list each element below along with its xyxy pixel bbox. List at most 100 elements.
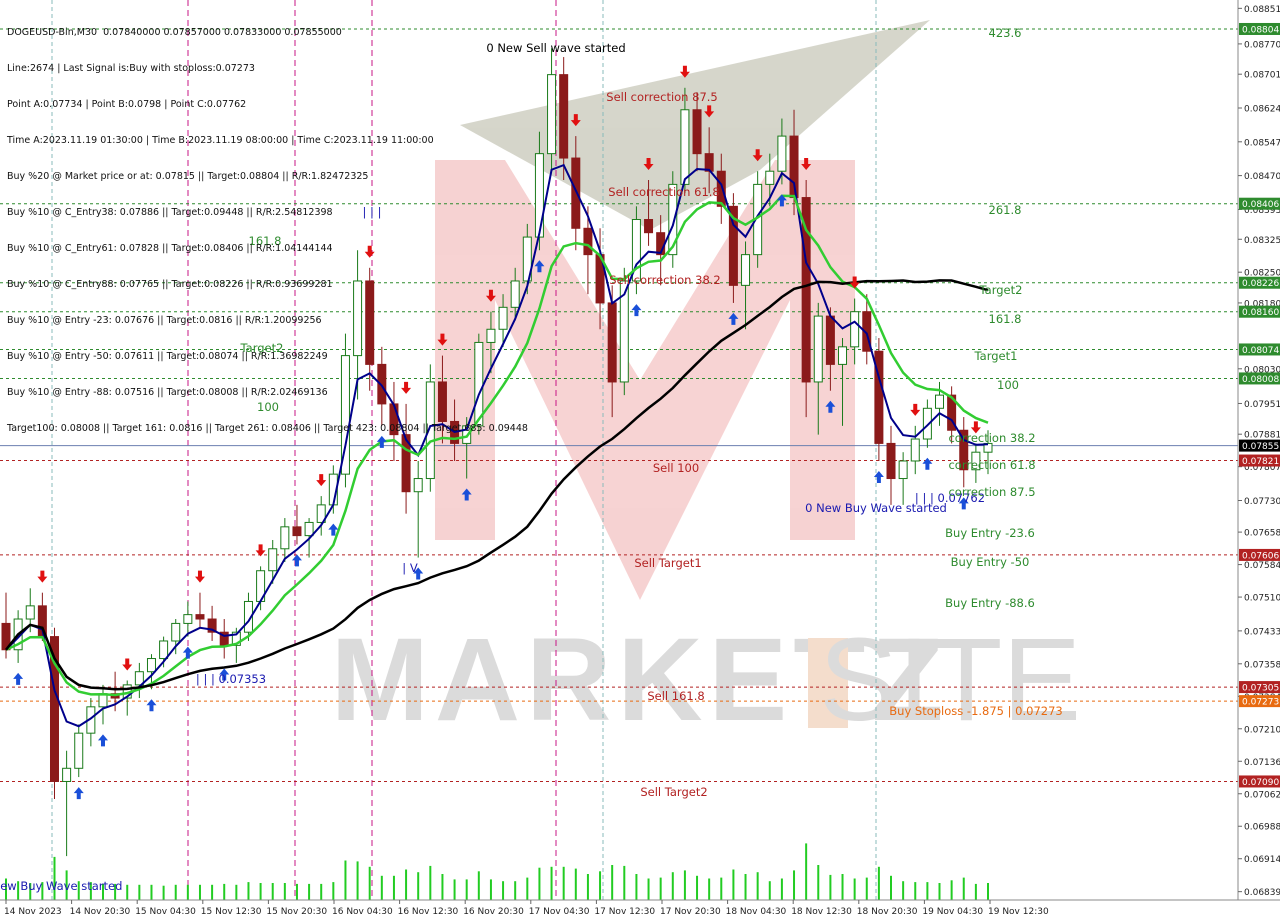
candle-body (741, 254, 751, 286)
time-tick-label: 15 Nov 20:30 (266, 907, 327, 917)
price-tick-label: 0.08547 (1244, 138, 1280, 148)
candle-body (825, 315, 835, 365)
price-tick-label: 0.08624 (1244, 105, 1280, 115)
info-line: Buy %10 @ C_Entry38: 0.07886 || Target:0… (7, 207, 333, 218)
candle-body (704, 153, 714, 172)
info-line: Point A:0.07734 | Point B:0.0798 | Point… (7, 99, 247, 110)
candle-body (25, 605, 35, 620)
price-tick-label: 0.08470 (1244, 172, 1280, 182)
chart-annotation: 261.8 (989, 203, 1022, 217)
info-line: Buy %10 @ Entry -50: 0.07611 || Target:0… (7, 351, 328, 362)
candle-body (534, 153, 544, 238)
price-tick-label: 0.06988 (1244, 823, 1280, 833)
time-tick-label: 15 Nov 04:30 (135, 907, 196, 917)
chart-annotation: | | | 0.07353 (196, 672, 266, 686)
time-tick-label: 16 Nov 04:30 (332, 907, 393, 917)
candle-body (644, 219, 654, 234)
candle-body (898, 460, 908, 480)
time-tick-label: 18 Nov 20:30 (857, 907, 918, 917)
svg-text:SITE: SITE (819, 614, 1081, 746)
info-line: Buy %10 @ Entry -23: 0.07676 || Target:0… (7, 315, 322, 326)
price-tick-label: 0.07584 (1244, 561, 1280, 571)
candle-body (292, 526, 302, 537)
chart-annotation: Target2 (979, 283, 1023, 297)
candle-body (571, 157, 581, 229)
price-tick-label: 0.08701 (1244, 71, 1280, 81)
price-marker-label: 0.07855 (1242, 442, 1279, 452)
candle-body (146, 658, 156, 673)
chart-annotation: correction 87.5 (948, 485, 1035, 499)
chart-annotation: Sell Target2 (640, 785, 707, 799)
price-marker-label: 0.07090 (1242, 778, 1279, 788)
chart-annotation: Buy Stoploss -1.875 | 0.07273 (889, 704, 1062, 718)
time-tick-label: 17 Nov 12:30 (594, 907, 655, 917)
time-tick-label: 18 Nov 12:30 (791, 907, 852, 917)
candle-body (583, 227, 593, 256)
candle-body (607, 302, 617, 383)
time-tick-label: 17 Nov 04:30 (529, 907, 590, 917)
time-tick-label: 14 Nov 2023 (4, 907, 62, 917)
price-tick-label: 0.07730 (1244, 497, 1280, 507)
chart-annotation: 423.6 (989, 26, 1022, 40)
price-marker-label: 0.08226 (1242, 279, 1279, 289)
chart-annotation: correction 61.8 (948, 458, 1035, 472)
candle-body (838, 346, 848, 365)
chart-annotation: 100 (997, 378, 1019, 392)
candle-body (777, 135, 787, 172)
time-tick-label: 14 Nov 20:30 (70, 907, 131, 917)
price-tick-label: 0.08325 (1244, 236, 1280, 246)
symbol-header: DOGEUSD-Bin,M30 0.07840000 0.07857000 0.… (7, 27, 342, 38)
info-line: Target100: 0.08008 || Target 161: 0.0816… (7, 423, 528, 434)
candle-body (280, 526, 290, 550)
info-line: Time A:2023.11.19 01:30:00 | Time B:2023… (7, 135, 434, 146)
price-tick-label: 0.07658 (1244, 529, 1280, 539)
price-marker-label: 0.08074 (1242, 346, 1279, 356)
chart-annotation: Buy Entry -88.6 (945, 596, 1035, 610)
candle-body (195, 614, 205, 620)
candle-body (559, 74, 569, 159)
price-marker-label: 0.08008 (1242, 375, 1279, 385)
chart-annotation: | V (402, 561, 418, 575)
time-tick-label: 16 Nov 12:30 (398, 907, 459, 917)
info-line: Buy %10 @ C_Entry88: 0.07765 || Target:0… (7, 279, 333, 290)
chart-annotation: Buy Entry -50 (951, 555, 1030, 569)
time-tick-label: 18 Nov 04:30 (726, 907, 787, 917)
price-tick-label: 0.07358 (1244, 660, 1280, 670)
price-tick-label: 0.07136 (1244, 758, 1280, 768)
candle-body (183, 614, 193, 624)
info-line: Buy %20 @ Market price or at: 0.07815 ||… (7, 171, 369, 182)
chart-annotation: New Buy Wave started (0, 879, 122, 893)
price-marker-label: 0.07606 (1242, 551, 1279, 561)
candle-body (886, 442, 896, 480)
candle-body (171, 622, 181, 642)
chart-annotation: Target1 (974, 349, 1018, 363)
price-tick-label: 0.08851 (1244, 5, 1280, 15)
time-tick-label: 19 Nov 12:30 (988, 907, 1049, 917)
candle-body (413, 478, 423, 493)
chart-annotation: Sell correction 87.5 (606, 90, 717, 104)
candle-body (74, 732, 84, 769)
chart-annotation: correction 38.2 (948, 431, 1035, 445)
time-tick-label: 19 Nov 04:30 (922, 907, 983, 917)
chart-annotation: Sell 100 (653, 461, 699, 475)
price-tick-label: 0.06914 (1244, 855, 1280, 865)
price-marker-label: 0.08160 (1242, 308, 1279, 318)
chart-annotation: Sell correction 61.8 (608, 185, 719, 199)
candle-body (680, 109, 690, 185)
price-tick-label: 0.08770 (1244, 40, 1280, 50)
chart-annotation: Sell Target1 (634, 556, 701, 570)
info-line: Line:2674 | Last Signal is:Buy with stop… (7, 63, 255, 74)
candle-body (765, 170, 775, 185)
candle-body (813, 315, 823, 383)
time-tick-label: 15 Nov 12:30 (201, 907, 262, 917)
info-line: Buy %10 @ Entry -88: 0.07516 || Target:0… (7, 387, 328, 398)
candle-body (935, 394, 945, 409)
info-line: Buy %10 @ C_Entry61: 0.07828 || Target:0… (7, 243, 333, 254)
candle-body (159, 640, 169, 660)
price-tick-label: 0.07951 (1244, 400, 1280, 410)
time-tick-label: 16 Nov 20:30 (463, 907, 524, 917)
price-tick-label: 0.06839 (1244, 888, 1280, 898)
price-tick-label: 0.07433 (1244, 627, 1280, 637)
chart-annotation: Buy Entry -23.6 (945, 526, 1035, 540)
candle-body (850, 311, 860, 348)
